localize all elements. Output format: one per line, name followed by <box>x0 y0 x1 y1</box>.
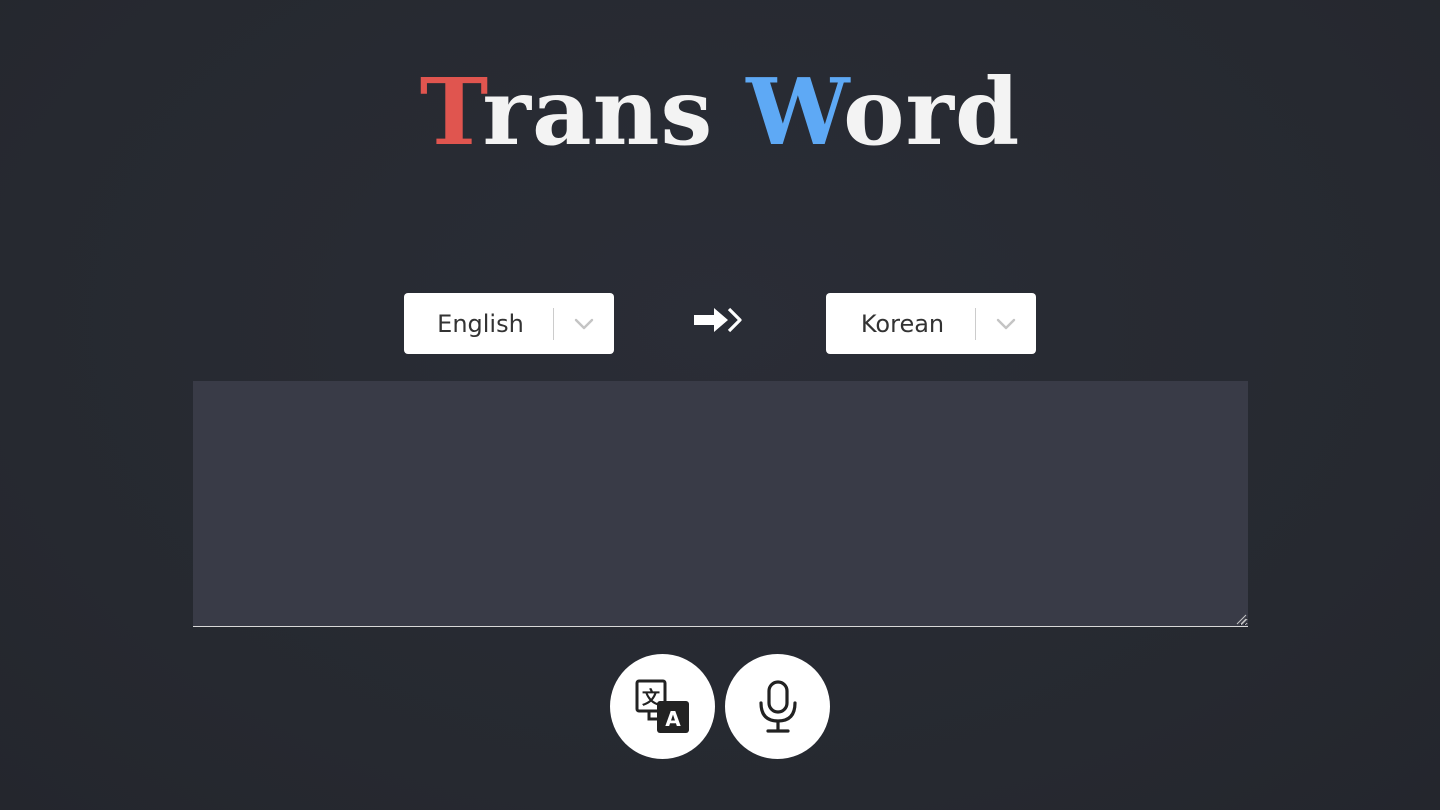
source-language-select[interactable]: English <box>404 293 614 354</box>
resize-handle-icon[interactable] <box>1236 614 1247 625</box>
microphone-button[interactable] <box>725 654 830 759</box>
logo-second-rest: ord <box>843 58 1021 166</box>
translate-button[interactable]: 文 A <box>610 654 715 759</box>
logo-first-rest: rans <box>482 58 714 166</box>
target-language-select[interactable]: Korean <box>826 293 1036 354</box>
logo-second-initial: W <box>746 58 844 166</box>
target-language-value: Korean <box>860 309 945 338</box>
logo-first-initial: T <box>419 58 483 166</box>
chevron-down-icon[interactable] <box>976 293 1036 354</box>
svg-text:A: A <box>665 707 681 731</box>
double-arrow-right-icon <box>692 305 748 335</box>
source-language-value: English <box>437 309 524 338</box>
app-page: Trans Word English Korean 文 A <box>0 0 1440 810</box>
translate-icon: 文 A <box>635 679 689 733</box>
microphone-icon <box>758 679 797 733</box>
text-input[interactable] <box>193 381 1248 627</box>
chevron-down-icon[interactable] <box>554 293 614 354</box>
app-logo: Trans Word <box>0 62 1440 162</box>
